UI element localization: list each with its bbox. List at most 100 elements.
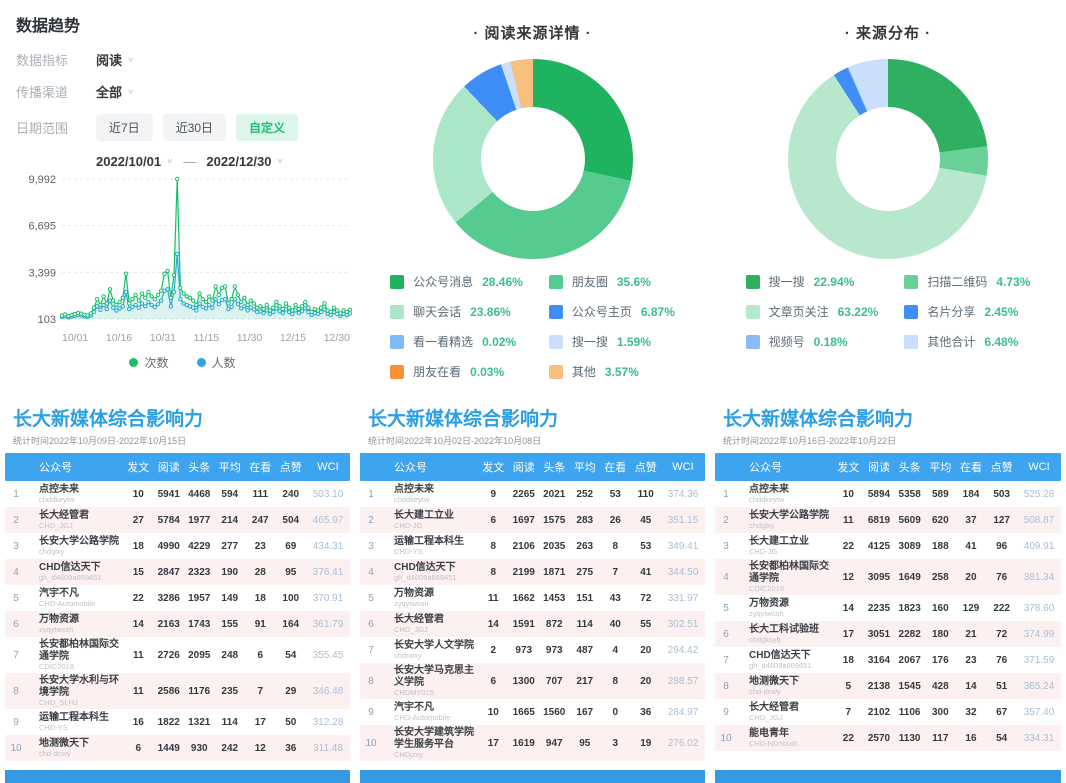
- account-id: chdgksyb: [737, 635, 833, 644]
- metric-value: 973: [539, 645, 570, 656]
- table-header: 公众号发文阅读头条平均在看点赞WCI: [715, 453, 1061, 481]
- legend-item[interactable]: 其他 3.57%: [549, 363, 675, 380]
- metric-value: 2106: [509, 541, 540, 552]
- metric-value: 14: [833, 603, 864, 614]
- account-cell: 长大经管君 CHD_JGJ: [382, 614, 478, 635]
- metric-value: 1697: [509, 515, 540, 526]
- header-cell: 发文: [478, 459, 509, 475]
- end-date-picker[interactable]: 2022/12/30: [206, 154, 271, 169]
- metric-value: 3164: [864, 655, 895, 666]
- legend-item[interactable]: 文章页关注 63.22%: [746, 303, 879, 320]
- account-cell: 长安大学马克思主义学院 CHDMY015: [382, 665, 478, 697]
- wci-value: 434.31: [306, 541, 350, 552]
- metric-value: 1591: [509, 619, 540, 630]
- account-cell: 点控未来 chddkeytw: [737, 484, 833, 505]
- metric-value: 37: [956, 515, 987, 526]
- account-cell: 万物资源 zyqytwssh: [382, 588, 478, 609]
- metric-value: 20: [956, 572, 987, 583]
- account-name: 万物资源: [382, 588, 478, 600]
- metric-value: 1649: [894, 572, 925, 583]
- legend-item-people[interactable]: 人数: [197, 354, 236, 371]
- legend-label: 文章页关注: [769, 303, 829, 320]
- svg-text:103: 103: [38, 314, 56, 326]
- legend-swatch: [904, 335, 918, 349]
- pill-last30days[interactable]: 近30日: [163, 114, 226, 141]
- pill-last7days[interactable]: 近7日: [96, 114, 153, 141]
- metric-value: 17: [245, 717, 276, 728]
- account-name: 长安大学水利与环境学院: [27, 675, 123, 698]
- metric-value: 23: [245, 541, 276, 552]
- account-cell: 万物资源 zyqytwssh: [27, 614, 123, 635]
- pill-custom[interactable]: 自定义: [236, 114, 298, 141]
- legend-item[interactable]: 聊天会话 23.86%: [390, 303, 523, 320]
- legend-item[interactable]: 视频号 0.18%: [746, 333, 879, 350]
- filter-metric-label: 数据指标: [16, 50, 82, 69]
- metric-value: 188: [925, 541, 956, 552]
- rank-number: 4: [715, 572, 737, 583]
- metric-value: 277: [215, 541, 246, 552]
- legend-label: 名片分享: [927, 303, 975, 320]
- account-name: 运输工程本科生: [382, 536, 478, 548]
- trend-panel: 数据趋势 数据指标 阅读 ∨ 传播渠道 全部 ∨ 日期范围 近7日 近30日 自…: [0, 0, 355, 398]
- metric-value: 1575: [539, 515, 570, 526]
- legend-item[interactable]: 朋友在看 0.03%: [390, 363, 523, 380]
- legend-item[interactable]: 搜一搜 22.94%: [746, 273, 879, 290]
- table-footer-bar: [5, 770, 350, 783]
- metric-value: 5: [833, 681, 864, 692]
- account-id: gh_d4609a669451: [382, 573, 478, 582]
- x-tick-label: 10/01: [62, 332, 88, 344]
- metric-value: 1665: [509, 707, 540, 718]
- metric-value: 114: [570, 619, 601, 630]
- metric-value: 11: [833, 515, 864, 526]
- start-date-picker[interactable]: 2022/10/01: [96, 154, 161, 169]
- filter-channel-select[interactable]: 全部: [96, 82, 122, 101]
- legend-item[interactable]: 朋友圈 35.6%: [549, 273, 675, 290]
- metric-value: 1321: [184, 717, 215, 728]
- header-cell: 发文: [123, 459, 154, 475]
- legend-item-counts[interactable]: 次数: [129, 354, 168, 371]
- account-id: CHD-YS: [382, 547, 478, 556]
- account-cell: 点控未来 chddkeytw: [382, 484, 478, 505]
- header-cell: WCI: [306, 461, 350, 473]
- rank-number: 6: [5, 619, 27, 630]
- metric-value: 10: [123, 489, 154, 500]
- metric-value: 76: [986, 655, 1017, 666]
- account-cell: CHD信达天下 gh_d4609a669651: [737, 650, 833, 671]
- account-id: CHDjzxy: [382, 750, 478, 759]
- legend-label: 搜一搜: [572, 333, 608, 350]
- account-cell: 长大建工立业 CHD-JG: [737, 536, 833, 557]
- metric-value: 240: [276, 489, 307, 500]
- header-cell: 平均: [570, 459, 601, 475]
- metric-value: 10: [478, 707, 509, 718]
- account-id: zyqytwssh: [382, 599, 478, 608]
- wci-value: 288.57: [661, 676, 705, 687]
- wci-value: 361.79: [306, 619, 350, 630]
- legend-item[interactable]: 公众号消息 28.46%: [390, 273, 523, 290]
- metric-value: 2323: [184, 567, 215, 578]
- metric-value: 275: [570, 567, 601, 578]
- chevron-down-icon: ∨: [127, 88, 134, 96]
- metric-value: 2: [478, 645, 509, 656]
- metric-value: 503: [986, 489, 1017, 500]
- metric-value: 151: [570, 593, 601, 604]
- table-row: 5 万物资源 zyqytwssh 11166214531514372 331.9…: [360, 585, 705, 611]
- metric-value: 96: [986, 541, 1017, 552]
- legend-item[interactable]: 看一看精选 0.02%: [390, 333, 523, 350]
- metric-value: 2163: [154, 619, 185, 630]
- legend-item[interactable]: 其他合计 6.48%: [904, 333, 1030, 350]
- account-id: chddkeytw: [737, 495, 833, 504]
- legend-swatch: [549, 275, 563, 289]
- wci-value: 355.45: [306, 650, 350, 661]
- filter-date-range: 日期范围 近7日 近30日 自定义: [16, 114, 349, 141]
- legend-item[interactable]: 公众号主页 6.87%: [549, 303, 675, 320]
- metric-value: 973: [509, 645, 540, 656]
- legend-item[interactable]: 扫描二维码 4.73%: [904, 273, 1030, 290]
- date-range-label: 日期范围: [16, 118, 82, 137]
- rank-number: 2: [360, 515, 382, 526]
- trend-legend: 次数 人数: [16, 354, 349, 371]
- legend-item[interactable]: 名片分享 2.45%: [904, 303, 1030, 320]
- legend-value: 6.48%: [984, 335, 1018, 349]
- metric-value: 32: [956, 707, 987, 718]
- filter-metric-select[interactable]: 阅读: [96, 50, 122, 69]
- legend-item[interactable]: 搜一搜 1.59%: [549, 333, 675, 350]
